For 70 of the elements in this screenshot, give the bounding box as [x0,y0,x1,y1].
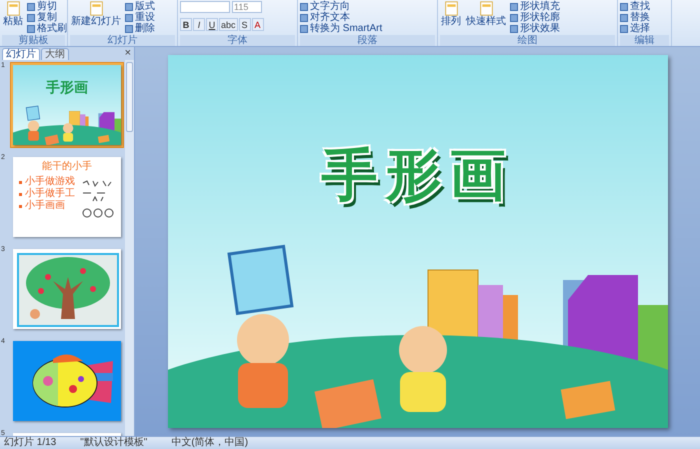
ribbon-button[interactable]: 剪切 [27,1,67,12]
document-icon [6,1,20,16]
scroll-thumb[interactable] [126,62,133,132]
square-icon [300,24,308,32]
document-icon [444,1,458,16]
ribbon-button[interactable]: 复制 [27,12,67,23]
ribbon-button[interactable]: 重设 [125,12,155,23]
bullet-text: 小手画画 [25,200,65,212]
slide-title: 手形画 [320,143,514,207]
pane-tab[interactable]: 大纲 [41,48,69,60]
hand-signs-drawing [81,179,115,219]
square-icon [300,14,308,22]
bullet-text: 小手做游戏 [25,176,75,188]
format-button[interactable]: abc [219,18,238,31]
ribbon-button[interactable]: 格式刷 [27,23,67,34]
square-icon [510,2,518,10]
format-button[interactable]: U [206,18,218,31]
square-icon [125,14,133,22]
group-label: 剪贴板 [2,35,65,46]
square-icon [27,14,35,22]
status-text: 中文(简体，中国) [171,437,248,449]
ribbon-button[interactable]: 查找 [620,1,650,12]
square-icon [620,14,628,22]
format-button[interactable]: B [180,18,192,31]
square-icon [27,24,35,32]
square-icon [125,2,133,10]
group-label: 字体 [180,35,295,46]
ribbon-button[interactable]: 版式 [125,1,155,12]
ribbon-button[interactable]: 文字方向 [300,1,382,12]
ribbon-button[interactable]: 形状效果 [510,23,560,34]
square-icon [620,2,628,10]
status-text: 幻灯片 1/13 [4,437,56,449]
format-button[interactable]: I [193,18,205,31]
font-size-field[interactable]: 115 [232,1,262,13]
ribbon-button[interactable]: 形状轮廓 [510,12,560,23]
square-icon [510,14,518,22]
ribbon-button[interactable]: 替换 [620,12,650,23]
ribbon-button[interactable]: 删除 [125,23,155,34]
ribbon-button[interactable]: 快速样式 [465,1,507,27]
bullet-icon [19,180,22,184]
square-icon [125,24,133,32]
document-icon [478,1,494,16]
ribbon-button[interactable]: 转换为 SmartArt [300,23,382,34]
format-button[interactable]: A [252,18,264,31]
group-label: 段落 [300,35,435,46]
square-icon [300,2,308,10]
scrollbar[interactable] [125,60,134,436]
ribbon-button[interactable]: 排列 [440,1,462,27]
group-label: 绘图 [440,35,615,46]
slide-title: 能干的小手 [41,160,93,173]
ribbon-button[interactable]: 新建幻灯片 [70,1,122,27]
ribbon-button[interactable]: 选择 [620,23,650,34]
document-icon [88,1,104,16]
square-icon [620,24,628,32]
close-button[interactable]: × [124,47,131,59]
group-label: 幻灯片 [70,35,175,46]
square-icon [510,24,518,32]
pane-tab[interactable]: 幻灯片 [2,48,40,60]
font-name-field[interactable] [180,1,230,13]
status-text: "默认设计模板" [80,437,148,449]
group-label: 编辑 [620,35,669,46]
square-icon [27,2,35,10]
ribbon-button[interactable]: 形状填充 [510,1,560,12]
format-button[interactable]: S [238,18,251,31]
bullet-icon [19,204,22,208]
bullet-text: 小手做手工 [25,188,75,200]
slide-title: 手形画 [45,78,89,97]
ribbon-button[interactable]: 粘贴 [2,1,24,27]
ribbon-button[interactable]: 对齐文本 [300,12,382,23]
bullet-icon [19,192,22,196]
